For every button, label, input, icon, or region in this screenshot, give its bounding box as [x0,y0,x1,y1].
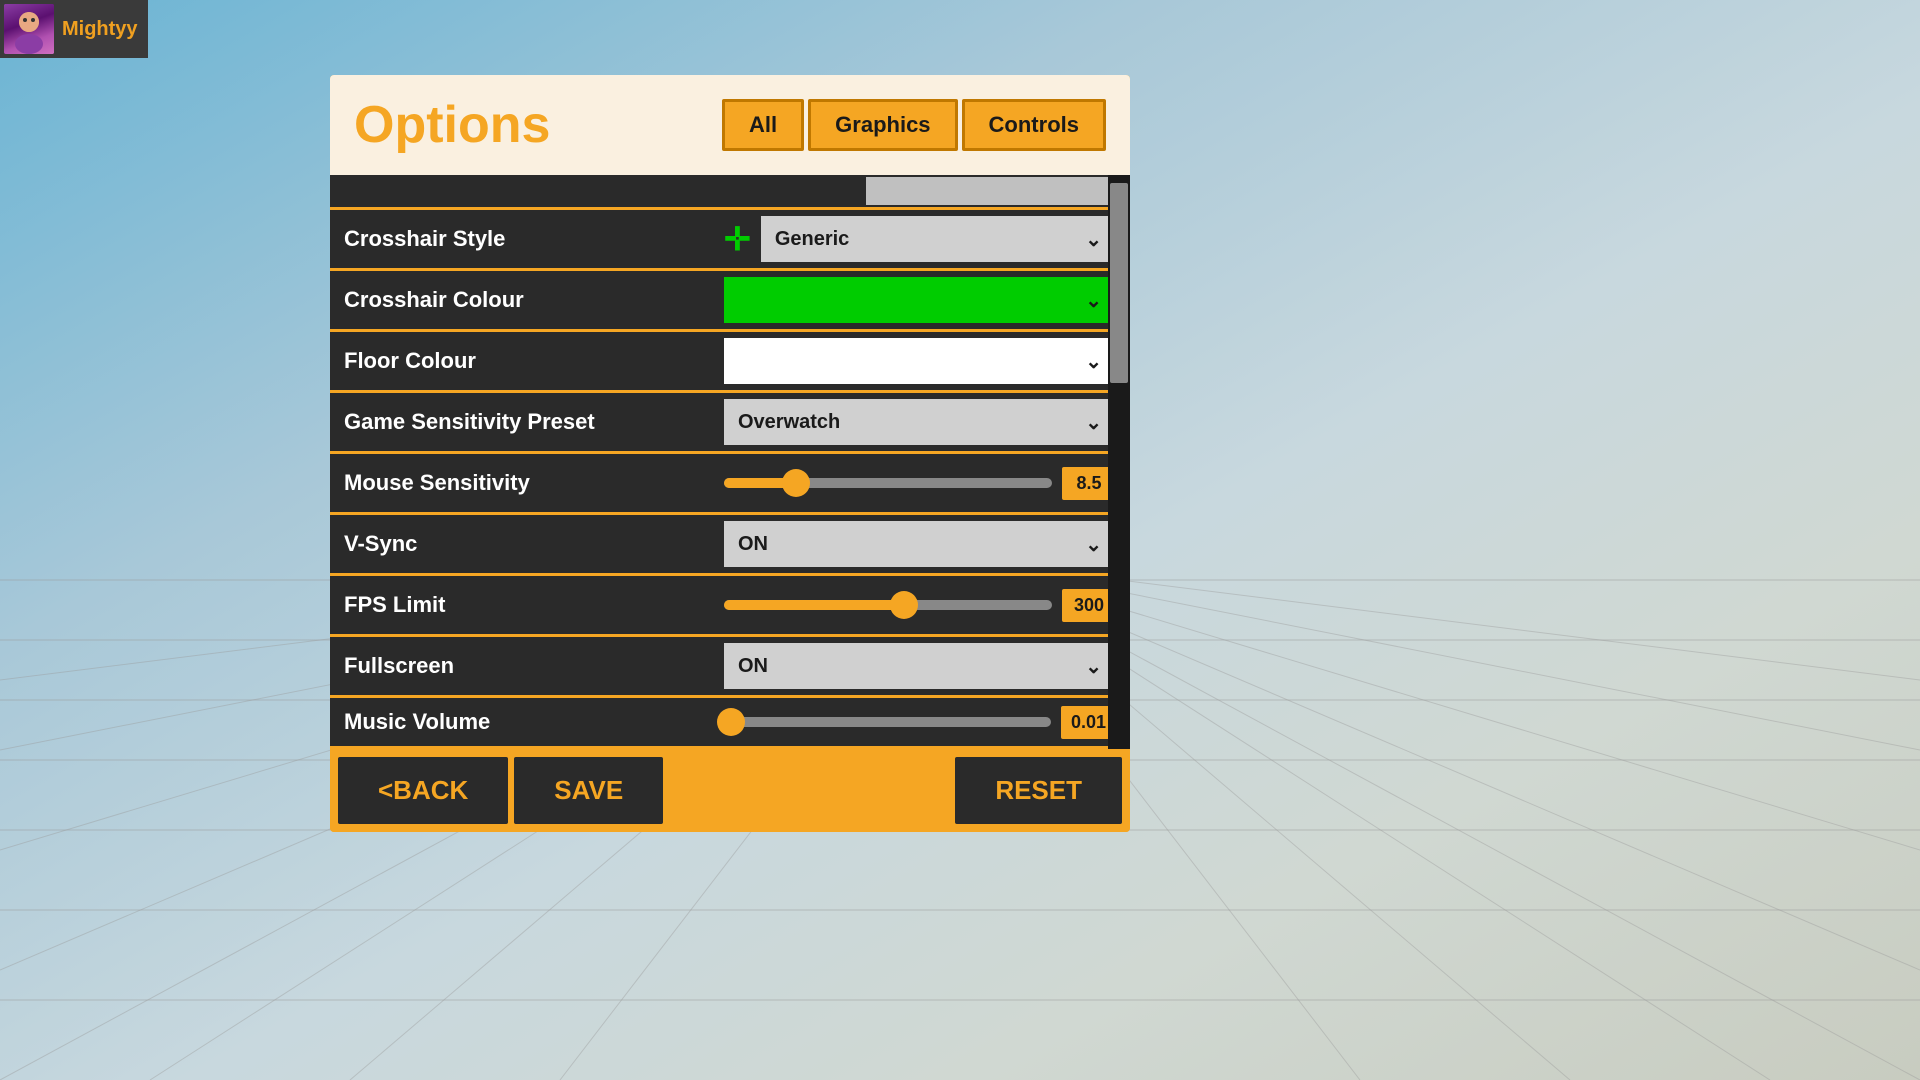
username: Mightyy [62,18,138,41]
game-sensitivity-preset-row: Game Sensitivity Preset Overwatch ⌄ [330,393,1130,451]
game-sensitivity-preset-value: Overwatch [738,411,840,434]
music-volume-slider-container: 0.01 [724,706,1116,739]
fullscreen-dropdown[interactable]: ON ⌄ [724,643,1116,689]
game-sensitivity-preset-dropdown[interactable]: Overwatch ⌄ [724,399,1116,445]
fps-limit-control: 300 [724,589,1116,622]
panel-footer: <BACK SAVE RESET [330,749,1130,832]
panel-title: Options [354,95,550,155]
floor-colour-label: Floor Colour [344,348,724,374]
crosshair-colour-label: Crosshair Colour [344,287,724,313]
vsync-value: ON [738,533,768,556]
music-volume-label: Music Volume [344,709,724,735]
fps-limit-fill [724,600,904,610]
fullscreen-row: Fullscreen ON ⌄ [330,637,1130,695]
fullscreen-label: Fullscreen [344,653,724,679]
crosshair-style-arrow: ⌄ [1085,227,1102,252]
crosshair-colour-dropdown[interactable]: ⌄ [724,277,1116,323]
music-volume-control: 0.01 [724,706,1116,739]
music-volume-track[interactable] [724,717,1051,727]
crosshair-style-control: ✛ Generic ⌄ [724,216,1116,262]
crosshair-colour-row: Crosshair Colour ⌄ [330,271,1130,329]
partial-dropdown-bg [866,177,1116,205]
fps-limit-row: FPS Limit 300 [330,576,1130,634]
floor-colour-dropdown[interactable]: ⌄ [724,338,1116,384]
crosshair-plus-icon: ✛ [724,220,751,258]
vsync-arrow: ⌄ [1085,532,1102,557]
mouse-sensitivity-track[interactable] [724,478,1052,488]
mouse-sensitivity-slider-container: 8.5 [724,467,1116,500]
crosshair-colour-arrow: ⌄ [1085,288,1102,313]
crosshair-style-value: Generic [775,228,849,251]
game-sensitivity-preset-control: Overwatch ⌄ [724,399,1116,445]
crosshair-style-row: Crosshair Style ✛ Generic ⌄ [330,210,1130,268]
game-sensitivity-preset-label: Game Sensitivity Preset [344,409,724,435]
game-sensitivity-preset-arrow: ⌄ [1085,410,1102,435]
scrollbar[interactable] [1108,175,1130,749]
music-volume-row: Music Volume 0.01 [330,698,1130,746]
fps-limit-thumb[interactable] [890,591,918,619]
crosshair-style-label: Crosshair Style [344,226,724,252]
fullscreen-arrow: ⌄ [1085,654,1102,679]
floor-colour-arrow: ⌄ [1085,349,1102,374]
reset-button[interactable]: RESET [955,757,1122,824]
fps-limit-slider-container: 300 [724,589,1116,622]
scrollbar-thumb[interactable] [1110,183,1128,383]
panel-header: Options All Graphics Controls [330,75,1130,175]
avatar [4,4,54,54]
tab-group: All Graphics Controls [722,99,1106,151]
fullscreen-control: ON ⌄ [724,643,1116,689]
tab-graphics[interactable]: Graphics [808,99,957,151]
tab-all[interactable]: All [722,99,804,151]
user-bar: Mightyy [0,0,148,58]
crosshair-colour-control: ⌄ [724,277,1116,323]
settings-container: Crosshair Style ✛ Generic ⌄ Crosshair Co… [330,175,1130,749]
mouse-sensitivity-label: Mouse Sensitivity [344,470,724,496]
partial-row [330,175,1130,207]
mouse-sensitivity-control: 8.5 [724,467,1116,500]
save-button[interactable]: SAVE [514,757,663,824]
floor-colour-control: ⌄ [724,338,1116,384]
music-volume-thumb[interactable] [717,708,745,736]
floor-colour-row: Floor Colour ⌄ [330,332,1130,390]
vsync-dropdown[interactable]: ON ⌄ [724,521,1116,567]
mouse-sensitivity-row: Mouse Sensitivity 8.5 [330,454,1130,512]
back-button[interactable]: <BACK [338,757,508,824]
vsync-label: V-Sync [344,531,724,557]
vsync-row: V-Sync ON ⌄ [330,515,1130,573]
mouse-sensitivity-thumb[interactable] [782,469,810,497]
options-panel: Options All Graphics Controls Crosshair … [330,75,1130,832]
avatar-image [4,4,54,54]
vsync-control: ON ⌄ [724,521,1116,567]
tab-controls[interactable]: Controls [962,99,1106,151]
fullscreen-value: ON [738,655,768,678]
fps-limit-track[interactable] [724,600,1052,610]
settings-scroll-area: Crosshair Style ✛ Generic ⌄ Crosshair Co… [330,175,1130,749]
fps-limit-label: FPS Limit [344,592,724,618]
crosshair-style-dropdown[interactable]: Generic ⌄ [761,216,1116,262]
